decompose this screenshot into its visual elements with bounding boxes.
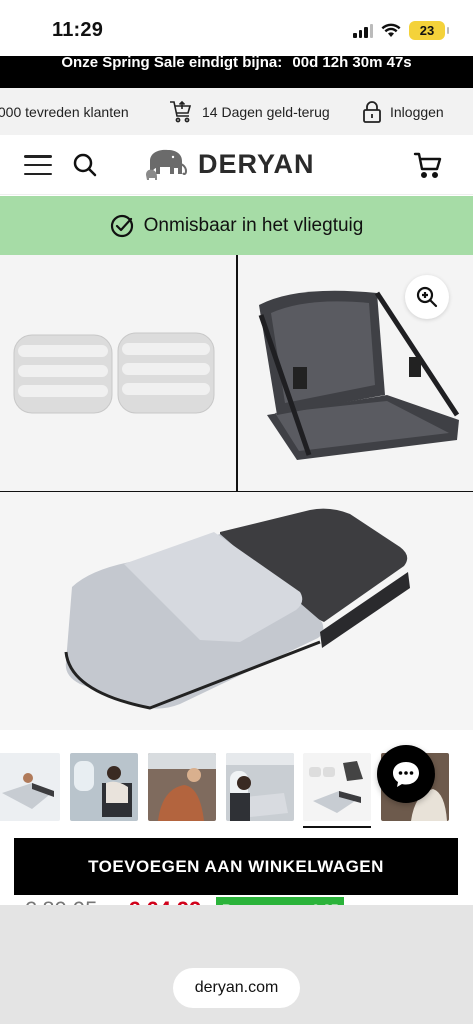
check-circle-icon [110, 214, 133, 237]
thumbnail-4[interactable] [226, 753, 294, 821]
sale-banner: Onze Spring Sale eindigt bijna: 00d 12h … [0, 56, 473, 88]
inflatable-pillow-left [13, 334, 113, 414]
url-bar[interactable]: deryan.com [173, 968, 300, 1008]
product-gallery [0, 255, 473, 730]
login-link[interactable]: Inloggen [362, 100, 444, 124]
zoom-in-icon [416, 286, 438, 308]
thumbnail-2[interactable] [70, 753, 138, 821]
trust-customers-label: .000 tevreden klanten [0, 103, 129, 120]
gallery-image-seat[interactable] [237, 255, 473, 491]
gallery-image-pillows[interactable] [0, 255, 236, 491]
trust-strip: .000 tevreden klanten 14 Dagen geld-teru… [0, 88, 473, 135]
status-time: 11:29 [52, 19, 104, 41]
promo-banner: Onmisbaar in het vliegtuig [0, 196, 473, 255]
status-icons: 23 [353, 21, 449, 40]
brand-name: DERYAN [198, 148, 315, 179]
status-bar: 11:29 23 [0, 0, 473, 56]
cart-trolley-icon [170, 100, 192, 122]
signal-icon [353, 23, 373, 38]
brand-logo[interactable]: DERYAN [144, 147, 315, 181]
lock-icon [363, 100, 381, 123]
trust-customers: .000 tevreden klanten [0, 104, 129, 120]
chat-button[interactable] [377, 745, 435, 803]
gallery-image-cushion[interactable] [0, 492, 473, 730]
zoom-button[interactable] [405, 275, 449, 319]
thumbnail-1[interactable] [0, 753, 60, 821]
chat-icon [393, 762, 419, 787]
battery-icon: 23 [409, 21, 449, 40]
gallery-divider-vertical [236, 255, 238, 492]
add-to-cart-button[interactable]: TOEVOEGEN AAN WINKELWAGEN [14, 838, 458, 895]
active-thumbnail-indicator [303, 826, 371, 828]
inflatable-pillow-right [117, 332, 215, 414]
trust-money-back-label: 14 Dagen geld-terug [202, 103, 330, 120]
search-icon[interactable] [72, 152, 98, 178]
thumbnail-5-active[interactable] [303, 753, 371, 821]
sale-countdown: 00d 12h 30m 47s [292, 56, 412, 71]
promo-text: Onmisbaar in het vliegtuig [143, 214, 364, 236]
cushion-illustration [64, 508, 410, 710]
wifi-icon [381, 23, 401, 37]
sale-text: Onze Spring Sale eindigt bijna: [61, 56, 283, 71]
cart-icon[interactable] [413, 151, 443, 179]
login-label: Inloggen [390, 103, 444, 120]
site-header: DERYAN [0, 135, 473, 195]
elephant-logo-icon [146, 149, 188, 180]
menu-icon[interactable] [24, 155, 52, 175]
browser-toolbar: deryan.com [0, 905, 473, 1024]
thumbnail-3[interactable] [148, 753, 216, 821]
trust-money-back: 14 Dagen geld-terug [168, 99, 330, 125]
